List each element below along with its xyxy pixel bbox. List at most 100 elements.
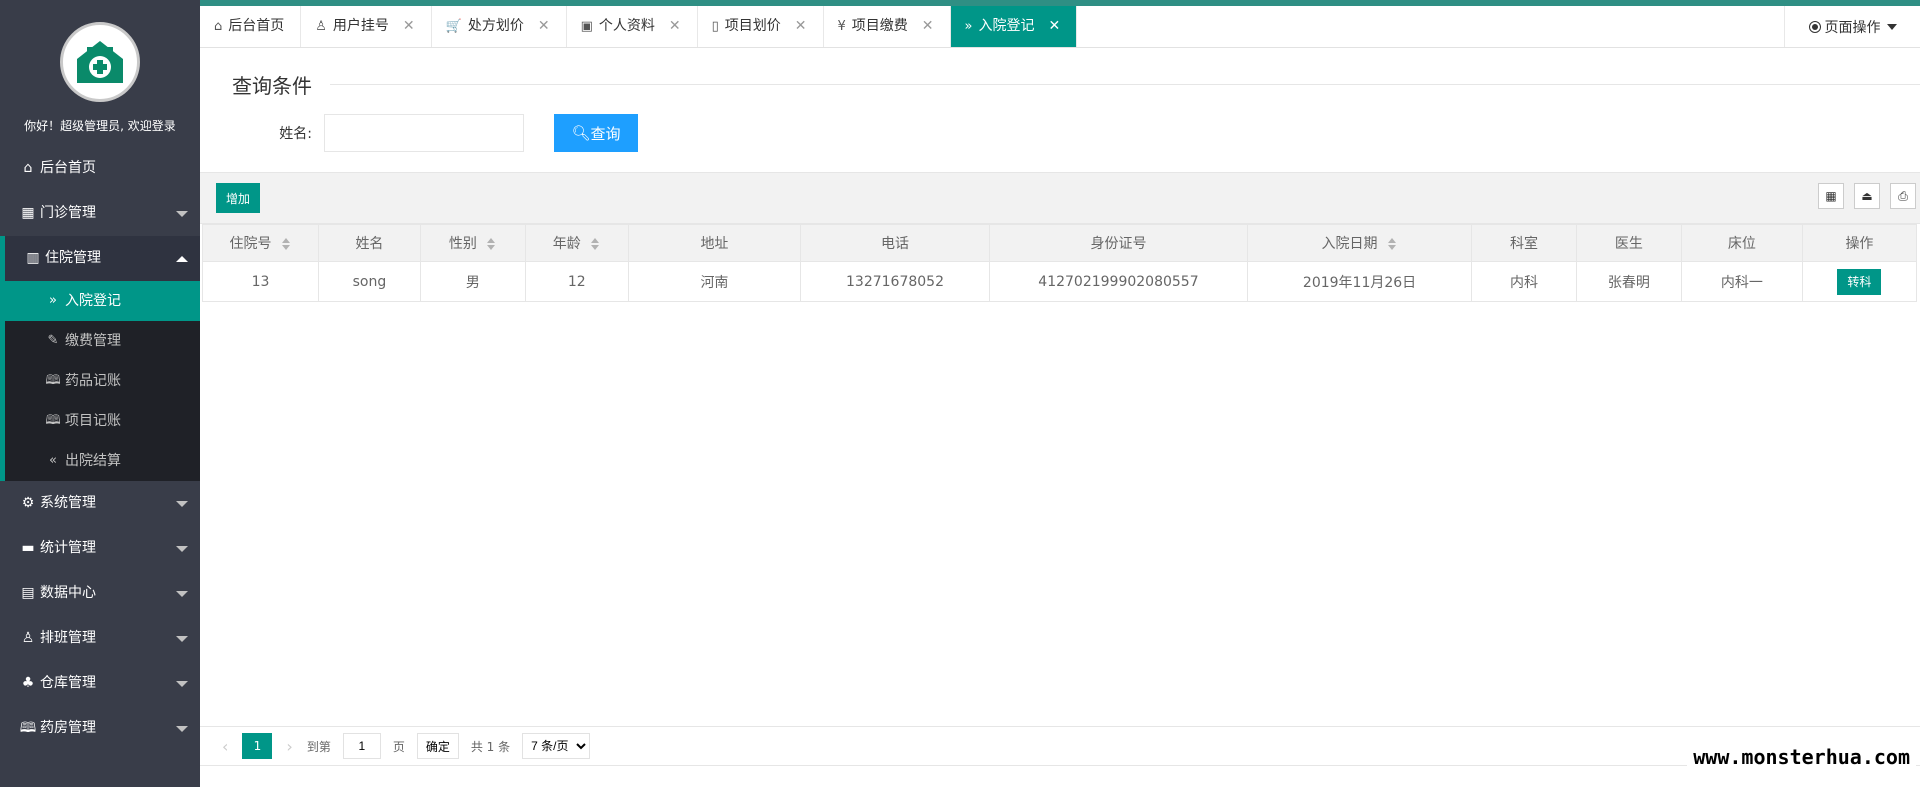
sidebar-item-label: 项目记账 bbox=[65, 413, 121, 429]
tab-profile[interactable]: ▣ 个人资料 ✕ bbox=[567, 6, 698, 47]
page-size-select[interactable]: 7 条/页 bbox=[522, 733, 591, 759]
edit-icon: ✎ bbox=[47, 333, 59, 348]
current-page[interactable]: 1 bbox=[242, 733, 273, 759]
tab-item-pricing[interactable]: ▯ 项目划价 ✕ bbox=[698, 6, 824, 47]
sidebar-item-drug-billing[interactable]: 🕮 药品记账 bbox=[5, 361, 200, 401]
tab-label: 项目划价 bbox=[724, 18, 781, 34]
sidebar-item-home[interactable]: ⌂ 后台首页 bbox=[0, 146, 200, 191]
sidebar-item-inpatient[interactable]: ▥ 住院管理 bbox=[5, 236, 200, 281]
column-header: 身份证号 bbox=[988, 224, 1249, 262]
search-icon: 🔍︎ bbox=[571, 125, 591, 142]
logo-area bbox=[0, 0, 200, 116]
monitor-icon: ▬ bbox=[21, 540, 35, 556]
double-chevron-right-icon: » bbox=[49, 293, 57, 308]
sidebar-item-admission[interactable]: » 入院登记 bbox=[5, 281, 200, 321]
cell-bed: 内科一 bbox=[1680, 261, 1803, 302]
export-icon[interactable]: ⏏ bbox=[1854, 183, 1880, 209]
chevron-down-icon bbox=[176, 545, 188, 552]
query-form: 姓名: 🔍︎ 查询 bbox=[260, 114, 638, 152]
sidebar-item-label: 统计管理 bbox=[40, 540, 96, 556]
close-icon[interactable]: ✕ bbox=[403, 6, 415, 47]
page-number-input[interactable] bbox=[342, 733, 381, 759]
tab-item-payment[interactable]: ¥ 项目缴费 ✕ bbox=[824, 6, 951, 47]
hospital-logo bbox=[60, 22, 140, 102]
target-icon bbox=[1808, 20, 1821, 33]
sidebar: 你好！超级管理员, 欢迎登录 ⌂ 后台首页 ▦ 门诊管理 ▥ 住院管理 » 入院… bbox=[0, 0, 200, 787]
column-header[interactable]: 年龄 bbox=[524, 224, 629, 262]
name-label: 姓名: bbox=[279, 126, 312, 142]
search-button[interactable]: 🔍︎ 查询 bbox=[554, 114, 638, 152]
add-button[interactable]: 增加 bbox=[216, 183, 260, 213]
cell-age: 12 bbox=[524, 261, 629, 302]
sidebar-item-discharge[interactable]: « 出院结算 bbox=[5, 441, 200, 481]
sidebar-item-payment[interactable]: ✎ 缴费管理 bbox=[5, 321, 200, 361]
close-icon[interactable]: ✕ bbox=[922, 6, 934, 47]
tab-prescription-pricing[interactable]: 🛒 处方划价 ✕ bbox=[432, 6, 567, 47]
sidebar-item-label: 出院结算 bbox=[65, 453, 121, 469]
sidebar-item-label: 住院管理 bbox=[45, 250, 101, 266]
name-input[interactable] bbox=[324, 114, 524, 152]
transfer-dept-button[interactable]: 转科 bbox=[1837, 268, 1882, 295]
next-page-icon[interactable]: › bbox=[286, 737, 292, 756]
tab-bar: ⌂ 后台首页 ♙ 用户挂号 ✕ 🛒 处方划价 ✕ ▣ 个人资料 ✕ ▯ 项目划价… bbox=[200, 0, 1920, 48]
inpatient-group: ▥ 住院管理 » 入院登记 ✎ 缴费管理 🕮 药品记账 🕮 项目记账 « 出院结… bbox=[0, 236, 200, 481]
sort-icon[interactable] bbox=[281, 237, 292, 251]
hospital-logo-icon bbox=[77, 41, 123, 83]
sort-icon[interactable] bbox=[1387, 237, 1398, 251]
cell-idcard: 412702199902080557 bbox=[988, 261, 1249, 302]
toolbar-icons: ▦ ⏏ ⎙ bbox=[1808, 183, 1916, 209]
sidebar-item-label: 缴费管理 bbox=[65, 333, 121, 349]
sidebar-item-label: 门诊管理 bbox=[40, 205, 96, 221]
sidebar-item-data-center[interactable]: ▤ 数据中心 bbox=[0, 571, 200, 616]
column-header: 电话 bbox=[800, 224, 990, 262]
tab-admission[interactable]: » 入院登记 ✕ bbox=[950, 6, 1078, 47]
sidebar-item-statistics[interactable]: ▬ 统计管理 bbox=[0, 526, 200, 571]
column-header[interactable]: 入院日期 bbox=[1247, 224, 1473, 262]
column-header: 床位 bbox=[1680, 224, 1803, 262]
close-icon[interactable]: ✕ bbox=[538, 6, 550, 47]
print-icon[interactable]: ⎙ bbox=[1890, 183, 1916, 209]
sidebar-item-item-billing[interactable]: 🕮 项目记账 bbox=[5, 401, 200, 441]
close-icon[interactable]: ✕ bbox=[669, 6, 681, 47]
sort-icon[interactable] bbox=[486, 237, 497, 251]
file-icon: ▯ bbox=[711, 19, 719, 34]
query-legend: 查询条件 bbox=[232, 70, 322, 99]
goto-label: 到第 bbox=[306, 739, 331, 754]
column-header[interactable]: 性别 bbox=[419, 224, 526, 262]
tab-label: 用户挂号 bbox=[332, 18, 389, 34]
cubes-icon: ♣ bbox=[21, 675, 35, 691]
sort-icon[interactable] bbox=[590, 237, 601, 251]
book-icon: 🕮 bbox=[45, 373, 61, 388]
sidebar-item-label: 入院登记 bbox=[65, 293, 121, 309]
prev-page-icon[interactable]: ‹ bbox=[222, 737, 228, 756]
columns-icon[interactable]: ▦ bbox=[1818, 183, 1844, 209]
close-icon[interactable]: ✕ bbox=[795, 6, 807, 47]
tab-registration[interactable]: ♙ 用户挂号 ✕ bbox=[301, 6, 432, 47]
cart-icon: 🛒 bbox=[445, 19, 462, 34]
cell-doctor: 张春明 bbox=[1575, 261, 1682, 302]
user-icon: ♙ bbox=[21, 630, 35, 646]
close-icon[interactable]: ✕ bbox=[1048, 6, 1060, 47]
page-operations-dropdown[interactable]: 页面操作 bbox=[1784, 6, 1920, 47]
document-icon: ▤ bbox=[21, 585, 35, 601]
chevron-down-icon bbox=[176, 590, 188, 597]
tab-list: ⌂ 后台首页 ♙ 用户挂号 ✕ 🛒 处方划价 ✕ ▣ 个人资料 ✕ ▯ 项目划价… bbox=[200, 6, 1920, 47]
building-icon: ▥ bbox=[26, 250, 40, 266]
sidebar-item-pharmacy[interactable]: 🕮 药房管理 bbox=[0, 706, 200, 751]
sidebar-item-warehouse[interactable]: ♣ 仓库管理 bbox=[0, 661, 200, 706]
sidebar-item-label: 排班管理 bbox=[40, 630, 96, 646]
double-chevron-left-icon: « bbox=[49, 453, 57, 468]
home-icon: ⌂ bbox=[214, 19, 223, 34]
tab-home[interactable]: ⌂ 后台首页 bbox=[200, 6, 302, 47]
column-header[interactable]: 住院号 bbox=[202, 224, 319, 262]
sidebar-item-outpatient[interactable]: ▦ 门诊管理 bbox=[0, 191, 200, 236]
cell-name: song bbox=[318, 261, 421, 302]
confirm-page-button[interactable]: 确定 bbox=[416, 733, 459, 759]
sidebar-item-scheduling[interactable]: ♙ 排班管理 bbox=[0, 616, 200, 661]
sidebar-item-label: 后台首页 bbox=[40, 160, 96, 176]
watermark: www.monsterhua.com bbox=[1687, 745, 1916, 769]
table-row[interactable]: 13 song 男 12 河南 13271678052 412702199902… bbox=[202, 261, 1918, 302]
column-header: 医生 bbox=[1575, 224, 1682, 262]
sidebar-item-system[interactable]: ⚙ 系统管理 bbox=[0, 481, 200, 526]
caret-down-icon bbox=[1886, 23, 1897, 30]
